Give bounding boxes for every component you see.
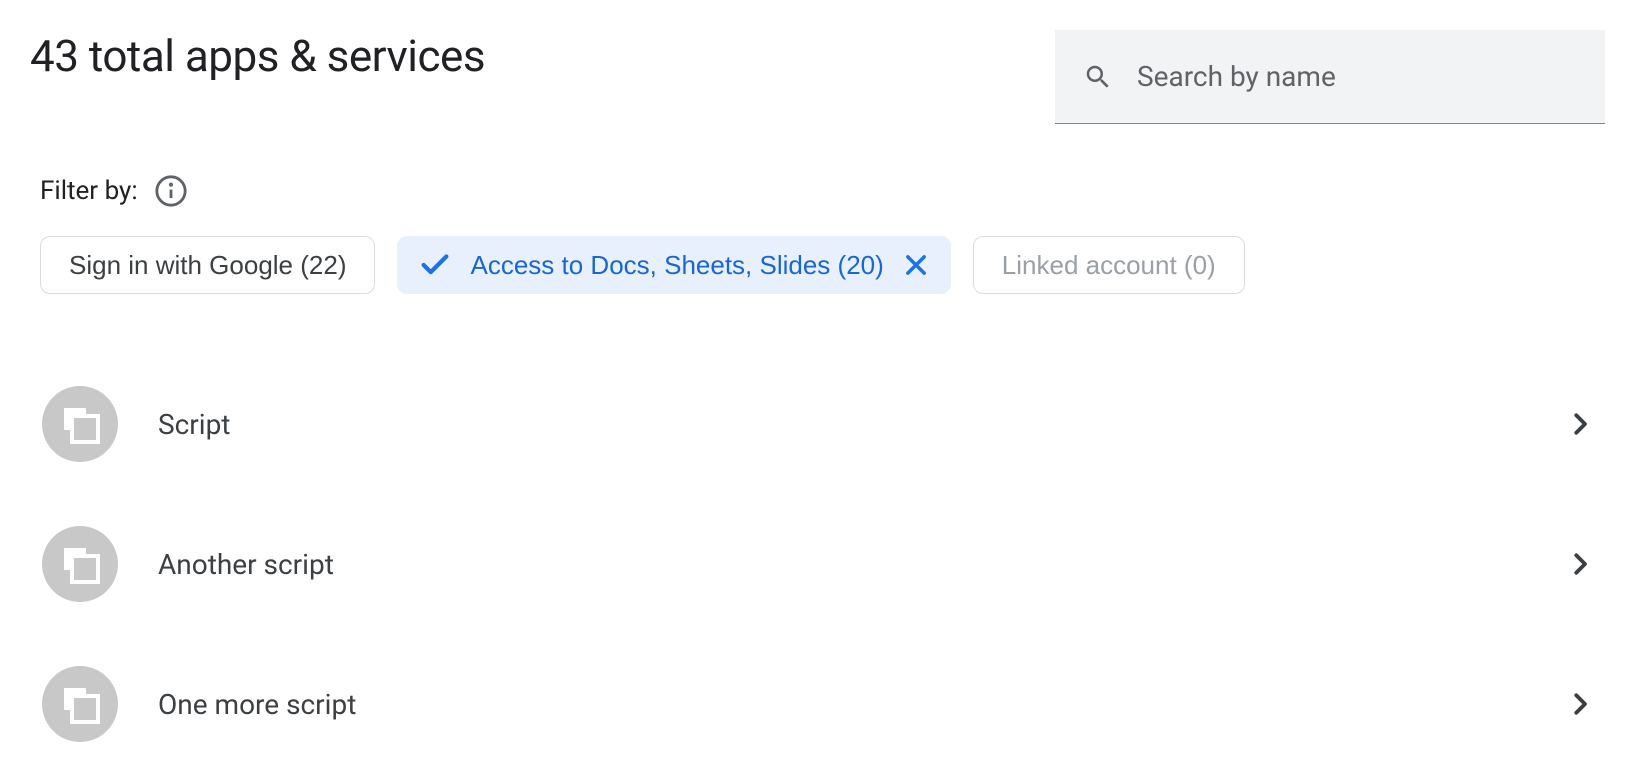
chip-linked-account[interactable]: Linked account (0) bbox=[973, 236, 1245, 294]
page-title: 43 total apps & services bbox=[30, 30, 485, 82]
chip-access-to-docs[interactable]: Access to Docs, Sheets, Slides (20) bbox=[397, 236, 950, 294]
chevron-right-icon bbox=[1565, 409, 1595, 439]
search-box[interactable] bbox=[1055, 30, 1605, 124]
app-icon bbox=[42, 526, 118, 602]
app-list: Script Another script One more script bbox=[30, 354, 1605, 774]
app-name: One more script bbox=[158, 688, 1565, 721]
chip-sign-in-with-google[interactable]: Sign in with Google (22) bbox=[40, 236, 375, 294]
close-icon[interactable] bbox=[902, 251, 930, 279]
chevron-right-icon bbox=[1565, 689, 1595, 719]
search-icon bbox=[1083, 62, 1113, 92]
chip-label: Linked account (0) bbox=[1002, 250, 1216, 281]
check-icon bbox=[418, 248, 452, 282]
list-item[interactable]: Script bbox=[30, 354, 1605, 494]
list-item[interactable]: One more script bbox=[30, 634, 1605, 774]
filter-label: Filter by: bbox=[40, 176, 138, 206]
app-icon bbox=[42, 386, 118, 462]
chip-label: Sign in with Google (22) bbox=[69, 250, 346, 281]
search-input[interactable] bbox=[1137, 60, 1577, 93]
list-item[interactable]: Another script bbox=[30, 494, 1605, 634]
info-icon[interactable] bbox=[154, 174, 188, 208]
app-name: Script bbox=[158, 408, 1565, 441]
app-name: Another script bbox=[158, 548, 1565, 581]
chip-label: Access to Docs, Sheets, Slides (20) bbox=[470, 250, 883, 281]
app-icon bbox=[42, 666, 118, 742]
chevron-right-icon bbox=[1565, 549, 1595, 579]
filter-chips: Sign in with Google (22) Access to Docs,… bbox=[40, 236, 1605, 294]
